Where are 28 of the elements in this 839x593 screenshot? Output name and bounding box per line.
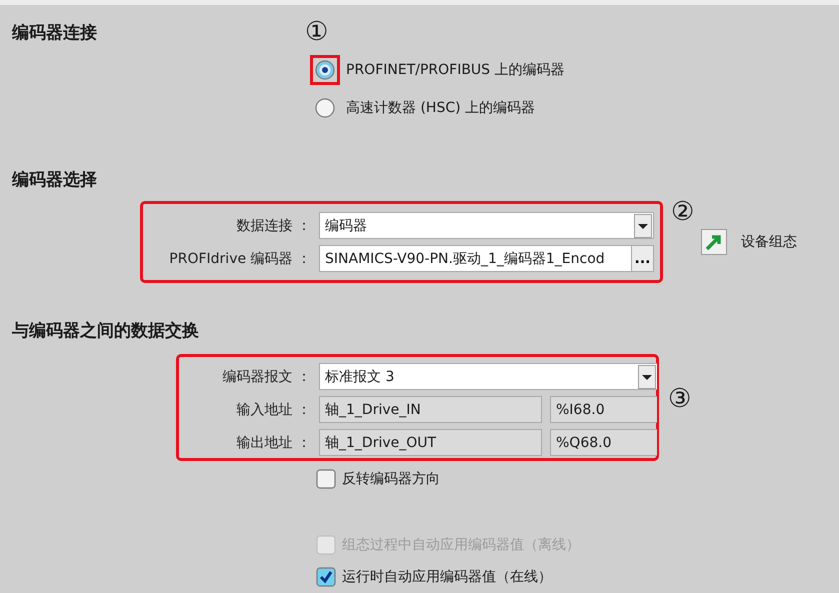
- section-heading: 编码器选择: [12, 169, 98, 191]
- annotation-number: ②: [671, 199, 696, 225]
- field-label: 输入地址 ：: [236, 400, 311, 418]
- field-label: 数据连接 ：: [236, 216, 311, 234]
- radio-button[interactable]: [315, 98, 335, 118]
- browse-button[interactable]: ...: [631, 246, 653, 271]
- address-field[interactable]: %Q68.0: [550, 429, 657, 456]
- checkbox[interactable]: [316, 469, 336, 489]
- dropdown-field[interactable]: 编码器: [319, 212, 654, 239]
- section-heading: 编码器连接: [12, 22, 98, 44]
- radio-button[interactable]: [315, 60, 335, 80]
- tag-field[interactable]: 轴_1_Drive_IN: [319, 396, 542, 423]
- annotation-number: ①: [305, 19, 328, 45]
- field-label: 编码器报文 ：: [222, 368, 311, 386]
- checkbox[interactable]: [316, 567, 336, 587]
- device-config-link[interactable]: 设备组态: [741, 233, 797, 251]
- browse-field[interactable]: SINAMICS-V90-PN.驱动_1_编码器1_Encod ...: [319, 245, 654, 272]
- radio-label: 高速计数器 (HSC) 上的编码器: [346, 99, 536, 117]
- annotation-number: ③: [668, 386, 692, 412]
- radio-label: PROFINET/PROFIBUS 上的编码器: [346, 61, 565, 79]
- checkbox-label: 运行时自动应用编码器值（在线）: [342, 568, 552, 586]
- address-field[interactable]: %I68.0: [550, 396, 657, 423]
- tag-field[interactable]: 轴_1_Drive_OUT: [319, 429, 542, 456]
- field-label: PROFIdrive 编码器 ：: [168, 250, 311, 268]
- checkbox-label: 反转编码器方向: [342, 470, 440, 488]
- field-label: 输出地址 ：: [236, 434, 311, 452]
- section-heading: 与编码器之间的数据交换: [12, 320, 200, 342]
- dropdown-field[interactable]: 标准报文 3: [319, 363, 657, 390]
